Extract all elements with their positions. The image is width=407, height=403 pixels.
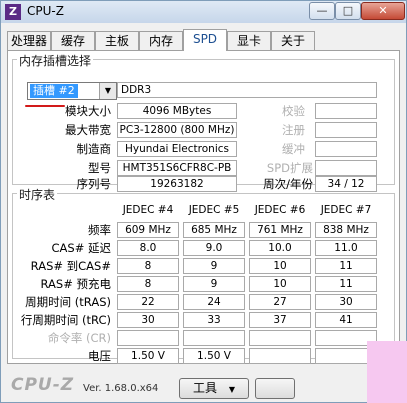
- validate-button[interactable]: [255, 378, 295, 399]
- timing-column-header: JEDEC #4: [122, 204, 174, 216]
- spd-ext-value: [315, 160, 377, 176]
- timing-column-header: JEDEC #6: [254, 204, 306, 216]
- registered-label: 注册: [282, 123, 305, 137]
- timing-cell: 24: [183, 294, 245, 310]
- slot-selection-legend: 内存插槽选择: [17, 52, 94, 69]
- tab-cache[interactable]: 缓存: [51, 31, 95, 50]
- timing-cell: 22: [117, 294, 179, 310]
- part-number-label: 型号: [88, 161, 111, 175]
- timing-cell: 1.50 V: [117, 348, 179, 364]
- window-title: CPU-Z: [27, 4, 64, 18]
- tab-spd[interactable]: SPD: [183, 29, 227, 51]
- title-bar[interactable]: Z CPU-Z — □ ✕: [1, 1, 406, 23]
- cpuz-logo: CPU-Z: [11, 375, 75, 395]
- spd-panel: 内存插槽选择 插槽 #2 ▼ DDR3 模块大小 4096 MBytes 校验 …: [7, 50, 400, 364]
- timing-cell: 8.0: [117, 240, 179, 256]
- timing-cell: 11.0: [315, 240, 377, 256]
- buffered-value: [315, 141, 377, 157]
- slot-select-value: 插槽 #2: [30, 84, 78, 98]
- tab-mainboard[interactable]: 主板: [95, 31, 139, 50]
- timing-cell: 1.50 V: [183, 348, 245, 364]
- cpuz-app-icon: Z: [5, 4, 21, 20]
- correction-value: [315, 103, 377, 119]
- timing-cell: [249, 348, 311, 364]
- timing-cell: 8: [117, 276, 179, 292]
- timing-cell: 761 MHz: [249, 222, 311, 238]
- timing-row-label: CAS# 延迟: [51, 241, 112, 255]
- timing-cell: 11: [315, 276, 377, 292]
- timing-cell: 838 MHz: [315, 222, 377, 238]
- timing-row-label: 频率: [88, 223, 111, 237]
- module-size-value: 4096 MBytes: [117, 103, 237, 119]
- timing-row-label: 命令率 (CR): [47, 331, 111, 345]
- timing-cell: 9.0: [183, 240, 245, 256]
- timing-cell: 9: [183, 276, 245, 292]
- timing-cell: 8: [117, 258, 179, 274]
- timings-group: 时序表 JEDEC #4 JEDEC #5 JEDEC #6 JEDEC #7 频率 60…: [12, 186, 395, 364]
- timing-cell: 10: [249, 258, 311, 274]
- week-year-value: 34 / 12: [315, 176, 377, 192]
- timing-cell: [183, 330, 245, 346]
- manufacturer-label: 制造商: [76, 142, 112, 156]
- tab-about[interactable]: 关于: [271, 31, 315, 50]
- serial-number-value: 19263182: [117, 176, 237, 192]
- timing-column-header: JEDEC #7: [320, 204, 372, 216]
- registered-value: [315, 122, 377, 138]
- timing-cell: 685 MHz: [183, 222, 245, 238]
- spd-ext-label: SPD扩展: [266, 161, 313, 175]
- tab-cpu[interactable]: 处理器: [7, 31, 51, 50]
- timing-cell: 9: [183, 258, 245, 274]
- timing-cell: 30: [315, 294, 377, 310]
- timing-cell: [117, 330, 179, 346]
- close-button[interactable]: ✕: [361, 2, 405, 20]
- timing-column-header: JEDEC #5: [188, 204, 240, 216]
- cpuz-window: Z CPU-Z — □ ✕ 处理器 缓存 主板 内存 SPD 显卡 关于 内存插…: [0, 0, 407, 403]
- tab-graphics[interactable]: 显卡: [227, 31, 271, 50]
- tools-dropdown-icon[interactable]: ▼: [229, 385, 235, 394]
- pink-overlay: [367, 341, 407, 403]
- buffered-label: 缓冲: [282, 142, 305, 156]
- slot-select[interactable]: 插槽 #2 ▼: [27, 82, 117, 100]
- timing-cell: 609 MHz: [117, 222, 179, 238]
- timing-cell: 11: [315, 258, 377, 274]
- maximize-button[interactable]: □: [335, 2, 361, 20]
- version-label: Ver. 1.68.0.x64: [83, 383, 159, 394]
- memory-type-value: DDR3: [117, 82, 377, 98]
- timing-row-label: RAS# 到CAS#: [30, 259, 111, 273]
- timing-cell: 41: [315, 312, 377, 328]
- timing-cell: 10: [249, 276, 311, 292]
- max-bandwidth-label: 最大带宽: [65, 123, 111, 137]
- correction-label: 校验: [282, 104, 305, 118]
- tools-button-label: 工具: [193, 381, 218, 395]
- manufacturer-value: Hyundai Electronics: [117, 141, 237, 157]
- timing-cell: 10.0: [249, 240, 311, 256]
- timing-row-label: RAS# 预充电: [40, 277, 111, 291]
- tools-button[interactable]: 工具 ▼: [179, 378, 249, 399]
- week-year-label: 周次/年份: [263, 177, 313, 191]
- tab-memory[interactable]: 内存: [139, 31, 183, 50]
- timing-cell: 37: [249, 312, 311, 328]
- module-size-label: 模块大小: [65, 104, 111, 118]
- timing-row-label: 电压: [88, 349, 111, 363]
- part-number-value: HMT351S6CFR8C-PB: [117, 160, 237, 176]
- minimize-button[interactable]: —: [309, 2, 335, 20]
- slot-selection-group: 内存插槽选择 插槽 #2 ▼ DDR3 模块大小 4096 MBytes 校验 …: [12, 52, 395, 192]
- timing-cell: 30: [117, 312, 179, 328]
- timing-cell: [249, 330, 311, 346]
- timing-row-label: 行周期时间 (tRC): [20, 313, 111, 327]
- timing-row-label: 周期时间 (tRAS): [25, 295, 111, 309]
- max-bandwidth-value: PC3-12800 (800 MHz): [117, 122, 237, 138]
- timing-cell: 33: [183, 312, 245, 328]
- chevron-down-icon[interactable]: ▼: [99, 83, 116, 99]
- timing-cell: 27: [249, 294, 311, 310]
- timings-legend: 时序表: [17, 186, 58, 203]
